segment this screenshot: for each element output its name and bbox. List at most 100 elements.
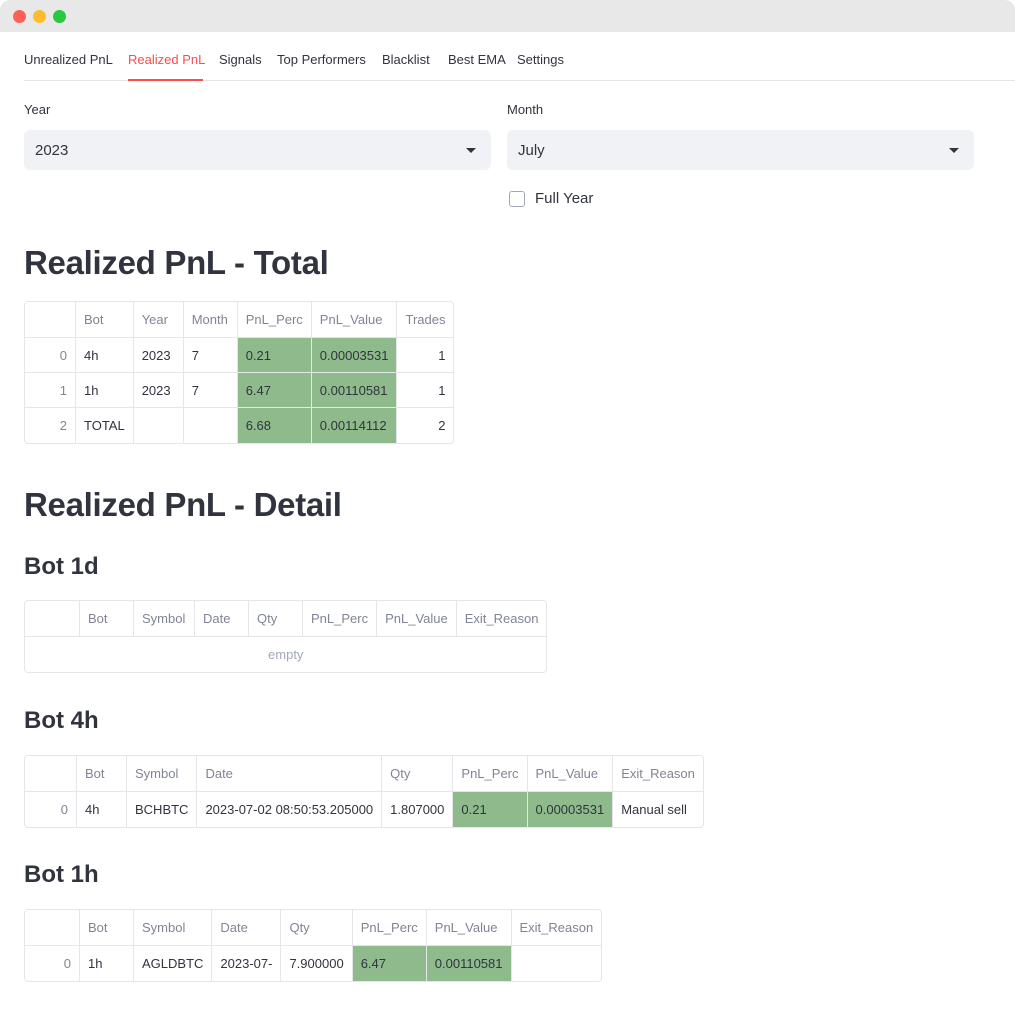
table-header-row: Bot Symbol Date Qty PnL_Perc PnL_Value E… <box>25 601 547 637</box>
cell-symbol[interactable]: BCHBTC <box>127 792 198 827</box>
table-header-row: Bot Year Month PnL_Perc PnL_Value Trades <box>25 302 454 338</box>
cell-pnl-value[interactable]: 0.00110581 <box>311 373 398 408</box>
table-row: empty <box>25 637 546 672</box>
column-header-index[interactable] <box>25 302 76 338</box>
column-header-symbol[interactable]: Symbol <box>134 910 213 946</box>
bot-1d-title: Bot 1d <box>24 553 99 580</box>
cell-qty[interactable]: 7.900000 <box>281 946 353 981</box>
column-header-index[interactable] <box>25 601 80 637</box>
month-select[interactable]: July <box>507 130 974 170</box>
row-index: 0 <box>25 792 77 827</box>
column-header-symbol[interactable]: Symbol <box>127 756 198 792</box>
column-header-exit-reason[interactable]: Exit_Reason <box>613 756 703 792</box>
cell-date[interactable]: 2023-07- <box>212 946 282 981</box>
tab-settings[interactable]: Settings <box>517 52 564 67</box>
column-header-year[interactable]: Year <box>133 302 184 338</box>
column-header-date[interactable]: Date <box>212 910 282 946</box>
cell-symbol[interactable]: AGLDBTC <box>134 946 213 981</box>
cell-year[interactable] <box>134 408 184 443</box>
cell-pnl-perc[interactable]: 6.47 <box>237 373 312 408</box>
column-header-bot[interactable]: Bot <box>80 910 134 946</box>
table-row: 0 4h BCHBTC 2023-07-02 08:50:53.205000 1… <box>25 792 703 827</box>
cell-year[interactable]: 2023 <box>133 373 184 408</box>
cell-bot[interactable]: 4h <box>76 338 134 373</box>
close-window-icon[interactable] <box>13 10 26 23</box>
column-header-month[interactable]: Month <box>183 302 238 338</box>
maximize-window-icon[interactable] <box>53 10 66 23</box>
column-header-exit-reason[interactable]: Exit_Reason <box>511 910 602 946</box>
month-selected-value: July <box>518 142 545 159</box>
cell-trades[interactable]: 1 <box>397 338 454 373</box>
cell-trades[interactable]: 2 <box>397 408 453 443</box>
bot-4h-table[interactable]: Bot Symbol Date Qty PnL_Perc PnL_Value E… <box>24 755 704 828</box>
tab-bar: Unrealized PnL Realized PnL Signals Top … <box>24 32 1015 81</box>
column-header-exit-reason[interactable]: Exit_Reason <box>456 601 547 637</box>
cell-year[interactable]: 2023 <box>133 338 184 373</box>
column-header-trades[interactable]: Trades <box>397 302 454 338</box>
column-header-index[interactable] <box>25 910 80 946</box>
table-row: 2 TOTAL 6.68 0.00114112 2 <box>25 408 453 443</box>
total-table[interactable]: Bot Year Month PnL_Perc PnL_Value Trades… <box>24 301 455 444</box>
cell-exit-reason[interactable] <box>512 946 602 981</box>
minimize-window-icon[interactable] <box>33 10 46 23</box>
cell-pnl-perc[interactable]: 6.47 <box>352 946 427 981</box>
column-header-bot[interactable]: Bot <box>80 601 134 637</box>
column-header-qty[interactable]: Qty <box>249 601 303 637</box>
full-year-label[interactable]: Full Year <box>535 190 593 207</box>
full-year-checkbox[interactable] <box>509 191 525 207</box>
column-header-pnl-perc[interactable]: PnL_Perc <box>453 756 528 792</box>
column-header-pnl-perc[interactable]: PnL_Perc <box>352 910 427 946</box>
column-header-index[interactable] <box>25 756 77 792</box>
bot-1d-table[interactable]: Bot Symbol Date Qty PnL_Perc PnL_Value E… <box>24 600 548 673</box>
bot-1h-table[interactable]: Bot Symbol Date Qty PnL_Perc PnL_Value E… <box>24 909 603 982</box>
cell-month[interactable]: 7 <box>183 373 238 408</box>
column-header-pnl-value[interactable]: PnL_Value <box>311 302 398 338</box>
row-index: 0 <box>25 946 80 981</box>
table-row: 0 4h 2023 7 0.21 0.00003531 1 <box>25 338 454 373</box>
tab-unrealized-pnl[interactable]: Unrealized PnL <box>24 52 113 67</box>
column-header-pnl-value[interactable]: PnL_Value <box>527 756 614 792</box>
cell-pnl-perc[interactable]: 6.68 <box>237 408 312 443</box>
empty-table-message: empty <box>268 647 304 662</box>
tab-realized-pnl[interactable]: Realized PnL <box>128 52 205 67</box>
column-header-date[interactable]: Date <box>195 601 249 637</box>
cell-pnl-value[interactable]: 0.00110581 <box>426 946 512 981</box>
bot-1h-title: Bot 1h <box>24 861 99 888</box>
column-header-bot[interactable]: Bot <box>77 756 127 792</box>
table-row: 0 1h AGLDBTC 2023-07- 7.900000 6.47 0.00… <box>25 946 601 981</box>
cell-bot[interactable]: 4h <box>77 792 127 827</box>
cell-pnl-perc[interactable]: 0.21 <box>453 792 528 827</box>
cell-exit-reason[interactable]: Manual sell <box>613 792 703 827</box>
cell-bot[interactable]: 1h <box>76 373 134 408</box>
table-header-row: Bot Symbol Date Qty PnL_Perc PnL_Value E… <box>25 756 703 792</box>
column-header-date[interactable]: Date <box>197 756 383 792</box>
column-header-qty[interactable]: Qty <box>281 910 353 946</box>
cell-month[interactable]: 7 <box>183 338 238 373</box>
column-header-pnl-value[interactable]: PnL_Value <box>377 601 457 637</box>
cell-bot[interactable]: TOTAL <box>76 408 134 443</box>
cell-bot[interactable]: 1h <box>80 946 134 981</box>
cell-pnl-value[interactable]: 0.00003531 <box>527 792 614 827</box>
year-select[interactable]: 2023 <box>24 130 491 170</box>
tab-blacklist[interactable]: Blacklist <box>382 52 430 67</box>
tab-top-performers[interactable]: Top Performers <box>277 52 366 67</box>
cell-pnl-perc[interactable]: 0.21 <box>237 338 312 373</box>
row-index: 1 <box>25 373 76 408</box>
total-section-title: Realized PnL - Total <box>24 244 329 281</box>
cell-date[interactable]: 2023-07-02 08:50:53.205000 <box>197 792 383 827</box>
table-header-row: Bot Symbol Date Qty PnL_Perc PnL_Value E… <box>25 910 602 946</box>
column-header-pnl-value[interactable]: PnL_Value <box>426 910 512 946</box>
column-header-bot[interactable]: Bot <box>76 302 134 338</box>
cell-pnl-value[interactable]: 0.00003531 <box>311 338 398 373</box>
column-header-symbol[interactable]: Symbol <box>134 601 195 637</box>
cell-pnl-value[interactable]: 0.00114112 <box>311 408 398 443</box>
cell-trades[interactable]: 1 <box>397 373 454 408</box>
column-header-qty[interactable]: Qty <box>382 756 454 792</box>
column-header-pnl-perc[interactable]: PnL_Perc <box>303 601 378 637</box>
cell-month[interactable] <box>184 408 238 443</box>
column-header-pnl-perc[interactable]: PnL_Perc <box>237 302 312 338</box>
tab-best-ema[interactable]: Best EMA <box>448 52 506 67</box>
cell-qty[interactable]: 1.807000 <box>382 792 454 827</box>
row-index: 2 <box>25 408 76 443</box>
tab-signals[interactable]: Signals <box>219 52 262 67</box>
